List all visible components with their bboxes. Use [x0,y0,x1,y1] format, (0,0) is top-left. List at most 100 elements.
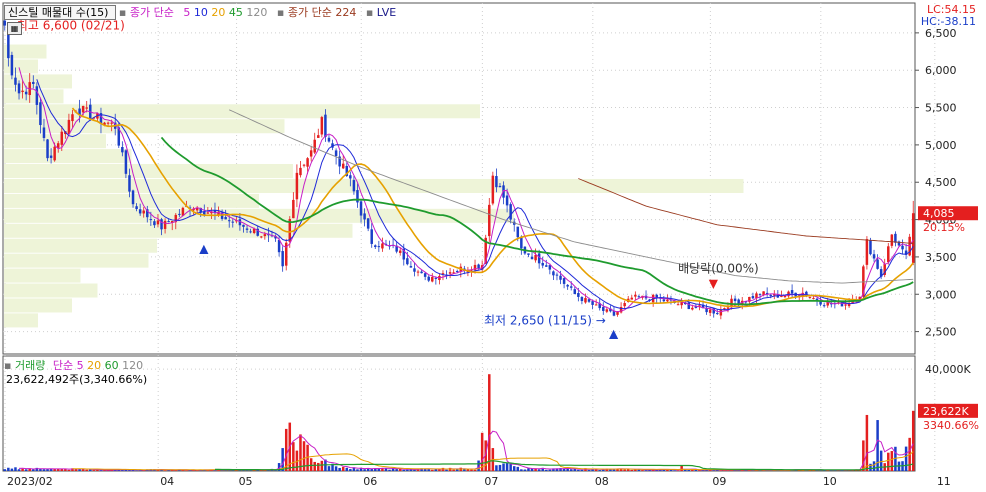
price-candle [780,296,783,298]
volume-bar [623,469,626,471]
volume-bar [869,463,872,471]
price-candle [890,234,894,246]
ma45-label: 45 [228,6,243,19]
volume-bar [402,469,406,471]
volume-bar [188,470,192,471]
price-candle [320,117,324,135]
volume-bar [445,469,448,471]
price-candle [245,228,249,230]
legend-marker-icon: ▪ [365,6,374,19]
volume-bar [163,470,167,471]
volume-bar [452,469,455,471]
volume-bar [3,469,7,471]
price-candle [121,146,124,153]
ex-dividend-arrow-icon: ▼ [709,277,719,291]
price-candle [14,77,17,85]
price-candle [577,293,580,297]
volume-bar [292,442,295,471]
volume-bar [630,469,634,471]
x-tick-label: 07 [484,475,498,488]
volume-bar [317,462,320,471]
volume-bar [502,463,505,471]
volume-bar [580,469,584,471]
price-candle [427,276,430,281]
volume-bar [206,470,210,471]
x-tick-label: 05 [239,475,253,488]
price-candle [751,296,755,299]
price-candle [594,304,598,306]
volume-bar [313,461,316,471]
price-candle [723,308,726,310]
price-candle [327,137,331,142]
price-candle [163,220,167,229]
volume-bar [334,466,338,471]
volume-bar [406,469,409,471]
price-tick-label: 5,500 [925,102,957,115]
price-candle [431,276,434,282]
volume-bar [388,469,391,471]
volume-bar [309,458,313,471]
price-candle [356,190,359,203]
price-candle [730,298,733,307]
ex-dividend-label: 배당락(0.00%) [678,262,759,276]
price-candle [56,143,60,148]
price-candle [637,296,641,298]
volume-bar [7,467,10,471]
ma5-label: 5 [183,6,191,19]
price-candle [552,271,555,276]
price-candle [249,231,252,233]
price-candle [277,240,281,253]
price-candle [573,289,577,295]
price-candle [420,271,423,274]
ma224-label: 종가 단순 224 [287,6,357,19]
price-candle [349,175,352,179]
volume-bar [512,466,516,471]
volume-bar [862,440,865,471]
price-candle [527,253,530,255]
price-candle [309,150,313,157]
volume-profile-bar [4,298,72,313]
price-candle [374,245,377,247]
price-candle [516,226,520,238]
price-candle [602,306,605,311]
price-candle [406,258,409,265]
price-candle [260,236,263,238]
price-candle [366,218,370,229]
volume-bar [320,460,324,471]
price-candle [630,297,634,300]
price-candle [534,255,537,261]
volume-bar [566,468,569,471]
price-candle [398,250,402,253]
volume-bar [85,469,88,471]
price-candle [67,119,71,135]
price-candle [587,299,591,302]
current-volume: 23,622,492주(3,340.66%) [6,373,148,386]
price-candle [562,278,566,284]
price-candle [894,233,897,243]
x-tick-label: 11 [937,475,951,488]
price-candle [377,246,381,248]
ma10-label: 10 [193,6,208,19]
volume-bar [92,470,96,471]
volume-bar [356,469,359,471]
volume-profile-bar [4,268,81,283]
indicator-title-button[interactable]: 신스틸 매물대 수(15) [4,5,116,20]
volume-bar [890,451,894,471]
volume-bar [687,470,691,471]
price-candle [623,303,626,307]
volume-bar [14,467,17,471]
price-candle [541,262,544,266]
grid-toggle-icon[interactable]: ▦ [7,22,22,35]
price-candle [434,277,438,279]
price-candle [488,204,491,237]
volume-bar [473,469,477,471]
price-candle [381,243,384,249]
price-candle [53,146,56,161]
price-candle [124,150,128,174]
ma120-label: 120 [246,6,268,19]
volume-profile-bar [4,253,149,268]
price-candle [705,308,708,313]
volume-bar [545,469,548,471]
price-candle [224,217,227,220]
price-tick-label: 6,500 [925,27,957,40]
